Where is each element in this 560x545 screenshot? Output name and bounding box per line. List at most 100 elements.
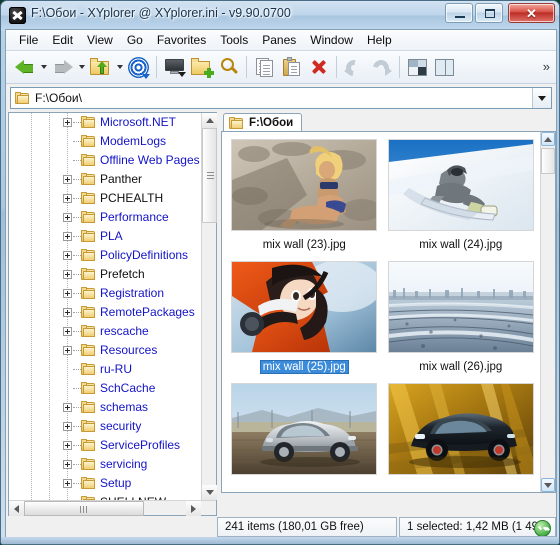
tree-scroll-left-button[interactable] <box>9 501 24 516</box>
file-list[interactable]: mix wall (23).jpg mix wall (24).jpg mix … <box>221 131 556 493</box>
expand-plus-icon[interactable] <box>63 232 72 241</box>
address-input[interactable]: F:\Обои\ <box>35 91 82 105</box>
thumbnail-box[interactable] <box>387 383 534 475</box>
expand-plus-icon[interactable] <box>63 251 72 260</box>
tree-item-offline-web-pages[interactable]: Offline Web Pages <box>9 151 216 170</box>
tree-item-pchealth[interactable]: PCHEALTH <box>9 189 216 208</box>
tree-item-rescache[interactable]: rescache <box>9 322 216 341</box>
find-files-button[interactable] <box>215 54 242 81</box>
expand-plus-icon[interactable] <box>63 213 72 222</box>
expand-plus-icon[interactable] <box>63 460 72 469</box>
tree-item-performance[interactable]: Performance <box>9 208 216 227</box>
filelist-scroll-thumb[interactable] <box>541 148 555 174</box>
tree-item-microsoft-net[interactable]: Microsoft.NET <box>9 113 216 132</box>
file-item[interactable]: mix wall (25).jpg <box>230 261 379 374</box>
tree-vertical-scrollbar[interactable] <box>201 113 217 500</box>
menu-help[interactable]: Help <box>360 31 399 49</box>
green-check-icon[interactable] <box>534 520 551 536</box>
desktop-button[interactable] <box>161 54 188 81</box>
expand-plus-icon[interactable] <box>63 118 72 127</box>
up-folder-button[interactable] <box>87 54 114 81</box>
tree-hscroll-thumb[interactable] <box>24 501 144 516</box>
tree-item-schemas[interactable]: schemas <box>9 398 216 417</box>
forward-dropdown-icon[interactable] <box>76 54 87 81</box>
tree-scroll-thumb[interactable] <box>202 128 217 223</box>
menu-panes[interactable]: Panes <box>255 31 303 49</box>
file-item[interactable] <box>230 383 379 475</box>
maximize-button[interactable] <box>475 3 503 23</box>
filelist-scroll-down-button[interactable] <box>541 478 555 492</box>
expand-plus-icon[interactable] <box>63 194 72 203</box>
file-list-vertical-scrollbar[interactable] <box>540 132 555 492</box>
forward-button[interactable] <box>49 54 76 81</box>
minimize-button[interactable] <box>445 3 473 23</box>
menu-go[interactable]: Go <box>120 31 150 49</box>
redo-button[interactable] <box>368 54 395 81</box>
go-to-target-button[interactable] <box>125 54 152 81</box>
thumbnail-box[interactable] <box>231 139 378 231</box>
new-folder-button[interactable] <box>188 54 215 81</box>
layout-button[interactable] <box>404 54 431 81</box>
menu-view[interactable]: View <box>80 31 120 49</box>
tree-item-shellnew[interactable]: SHELLNEW <box>9 493 216 500</box>
tree-item-schcache[interactable]: SchCache <box>9 379 216 398</box>
dual-pane-button[interactable] <box>431 54 458 81</box>
filelist-scroll-up-button[interactable] <box>541 132 555 146</box>
tree-item-resources[interactable]: Resources <box>9 341 216 360</box>
menu-window[interactable]: Window <box>303 31 360 49</box>
tree-item-modemlogs[interactable]: ModemLogs <box>9 132 216 151</box>
expand-plus-icon[interactable] <box>63 422 72 431</box>
thumbnail-box[interactable] <box>231 261 378 353</box>
paste-button[interactable] <box>278 54 305 81</box>
address-bar[interactable]: F:\Обои\ <box>10 87 552 109</box>
expand-plus-icon[interactable] <box>63 270 72 279</box>
tree-item-panther[interactable]: Panther <box>9 170 216 189</box>
tree-item-pla[interactable]: PLA <box>9 227 216 246</box>
expand-plus-icon[interactable] <box>63 327 72 336</box>
undo-button[interactable] <box>341 54 368 81</box>
tree-item-policydefinitions[interactable]: PolicyDefinitions <box>9 246 216 265</box>
file-name-label[interactable]: mix wall (26).jpg <box>416 360 505 374</box>
close-button[interactable]: ✕ <box>508 3 555 23</box>
tree-scroll-right-button[interactable] <box>186 501 201 516</box>
tree-scroll-down-button[interactable] <box>202 485 217 500</box>
back-dropdown-icon[interactable] <box>38 54 49 81</box>
tree-item-security[interactable]: security <box>9 417 216 436</box>
tree-scroll-up-button[interactable] <box>202 113 217 128</box>
tree-item-servicing[interactable]: servicing <box>9 455 216 474</box>
file-name-label[interactable]: mix wall (23).jpg <box>260 238 349 252</box>
expand-plus-icon[interactable] <box>63 308 72 317</box>
file-item[interactable]: mix wall (23).jpg <box>230 139 379 252</box>
copy-button[interactable] <box>251 54 278 81</box>
tree-item-ru-ru[interactable]: ru-RU <box>9 360 216 379</box>
menu-tools[interactable]: Tools <box>213 31 255 49</box>
menu-file[interactable]: File <box>12 31 45 49</box>
expand-plus-icon[interactable] <box>63 403 72 412</box>
expand-plus-icon[interactable] <box>63 479 72 488</box>
tree-item-serviceprofiles[interactable]: ServiceProfiles <box>9 436 216 455</box>
delete-button[interactable] <box>305 54 332 81</box>
thumbnail-box[interactable] <box>231 383 378 475</box>
menu-edit[interactable]: Edit <box>45 31 80 49</box>
tree-horizontal-scrollbar[interactable] <box>9 500 216 516</box>
expand-plus-icon[interactable] <box>63 289 72 298</box>
file-name-label[interactable]: mix wall (25).jpg <box>259 360 349 374</box>
back-button[interactable] <box>11 54 38 81</box>
tree-item-setup[interactable]: Setup <box>9 474 216 493</box>
expand-plus-icon[interactable] <box>63 175 72 184</box>
expand-plus-icon[interactable] <box>63 346 72 355</box>
toolbar-overflow-button[interactable]: » <box>543 59 550 74</box>
file-item[interactable]: mix wall (24).jpg <box>387 139 536 252</box>
up-folder-dropdown-icon[interactable] <box>114 54 125 81</box>
tree-item-prefetch[interactable]: Prefetch <box>9 265 216 284</box>
file-name-label[interactable]: mix wall (24).jpg <box>416 238 505 252</box>
folder-tree-pane[interactable]: Microsoft.NET ModemLogs Offline Web Pages P… <box>8 112 217 516</box>
tab-oboi[interactable]: F:\Обои <box>223 113 303 132</box>
tree-item-remotepackages[interactable]: RemotePackages <box>9 303 216 322</box>
expand-plus-icon[interactable] <box>63 441 72 450</box>
chevron-down-icon[interactable] <box>532 88 551 108</box>
tree-item-registration[interactable]: Registration <box>9 284 216 303</box>
file-item[interactable]: mix wall (26).jpg <box>387 261 536 374</box>
thumbnail-box[interactable] <box>387 139 534 231</box>
file-item[interactable] <box>387 383 536 475</box>
